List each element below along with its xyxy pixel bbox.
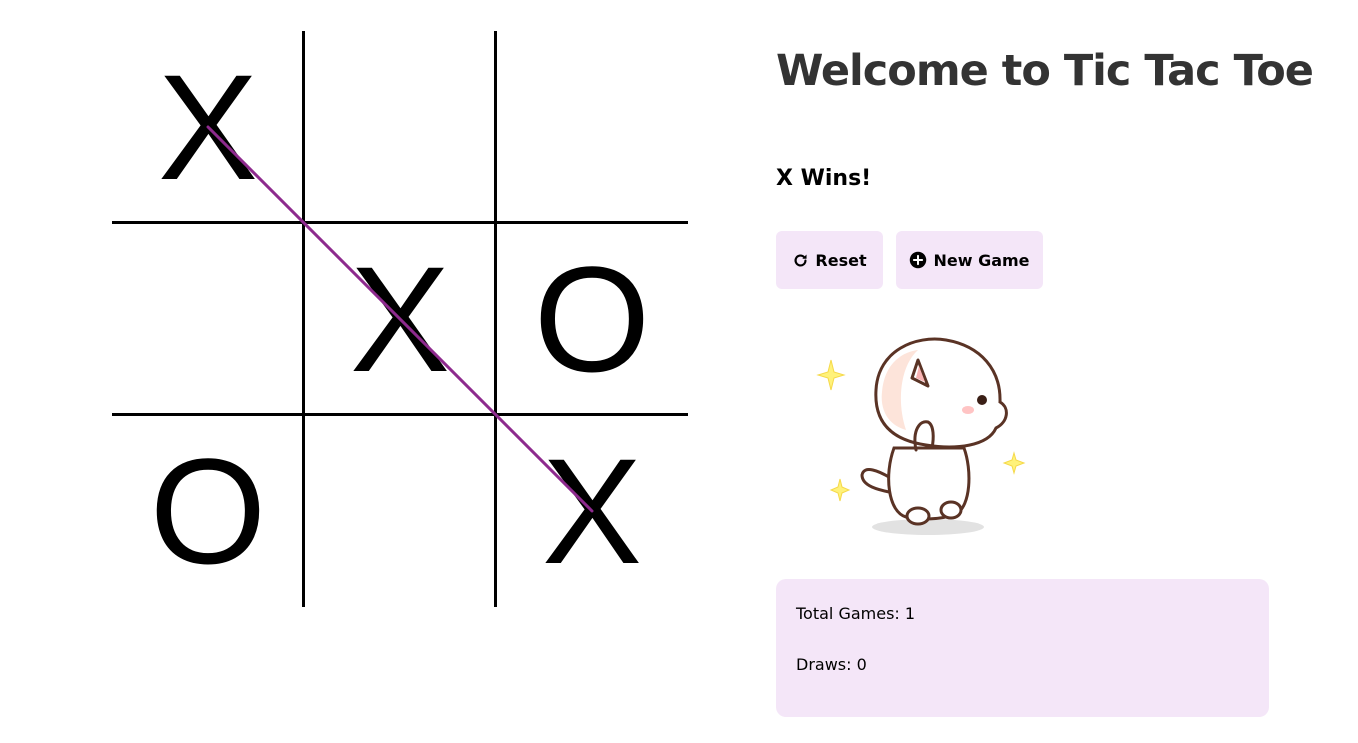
- cell-4[interactable]: X: [304, 223, 496, 415]
- reset-button-label: Reset: [815, 250, 867, 270]
- cell-7[interactable]: [304, 415, 496, 607]
- cat-mascot-icon: [816, 337, 1026, 535]
- refresh-icon: [792, 252, 809, 269]
- draws-count: Draws: 0: [796, 655, 867, 674]
- new-game-button[interactable]: New Game: [896, 231, 1043, 289]
- grid-line-horizontal-1: [112, 221, 688, 224]
- grid-line-vertical-1: [302, 31, 305, 607]
- grid-line-vertical-2: [494, 31, 497, 607]
- cell-2[interactable]: [496, 31, 688, 223]
- cell-3[interactable]: [112, 223, 304, 415]
- page-title: Welcome to Tic Tac Toe: [776, 46, 1314, 96]
- cell-8[interactable]: X: [496, 415, 688, 607]
- plus-circle-icon: [909, 251, 927, 269]
- reset-button[interactable]: Reset: [776, 231, 883, 289]
- game-board: X X O O X: [112, 31, 688, 607]
- new-game-button-label: New Game: [933, 250, 1030, 270]
- cell-0[interactable]: X: [112, 31, 304, 223]
- game-status: X Wins!: [776, 166, 872, 191]
- total-games: Total Games: 1: [796, 604, 916, 623]
- stats-panel: Total Games: 1 Draws: 0: [776, 579, 1269, 717]
- grid-line-horizontal-2: [112, 413, 688, 416]
- cell-5[interactable]: O: [496, 223, 688, 415]
- cell-1[interactable]: [304, 31, 496, 223]
- cell-6[interactable]: O: [112, 415, 304, 607]
